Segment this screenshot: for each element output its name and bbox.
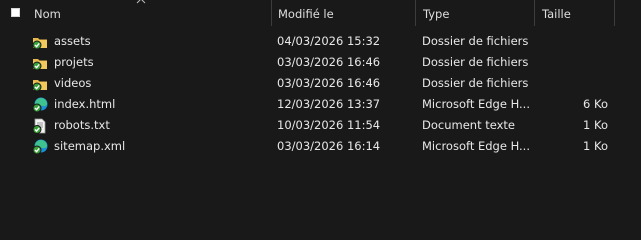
column-header-type[interactable]: Type [423,0,449,28]
file-name: assets [54,34,91,48]
file-type: Dossier de fichiers [422,55,529,69]
column-header-size[interactable]: Taille [542,0,571,28]
file-name: projets [54,55,94,69]
column-header-modified[interactable]: Modifié le [278,0,334,28]
folder-synced-icon [32,38,47,50]
file-modified: 12/03/2026 13:37 [277,97,381,111]
file-name: videos [54,76,92,90]
file-modified: 10/03/2026 11:54 [277,118,381,132]
file-type: Dossier de fichiers [422,34,529,48]
file-modified: 03/03/2026 16:46 [277,76,381,90]
edge-html-synced-icon [32,139,48,155]
column-header-row: Nom Modifié le Type Taille [0,0,641,28]
file-row[interactable]: index.html 12/03/2026 13:37 Microsoft Ed… [0,94,641,115]
column-header-name[interactable]: Nom [34,0,61,28]
file-modified: 03/03/2026 16:14 [277,139,381,153]
file-modified: 03/03/2026 16:46 [277,55,381,69]
column-divider[interactable] [415,0,416,26]
file-list: assets 04/03/2026 15:32 Dossier de fichi… [0,31,641,157]
file-row[interactable]: projets 03/03/2026 16:46 Dossier de fich… [0,52,641,73]
file-row[interactable]: sitemap.xml 03/03/2026 16:14 Microsoft E… [0,136,641,157]
folder-synced-icon [32,80,47,92]
edge-html-synced-icon [32,97,48,113]
text-document-synced-icon [32,118,46,134]
file-modified: 04/03/2026 15:32 [277,34,381,48]
file-type: Document texte [422,118,516,132]
column-divider[interactable] [271,0,272,26]
file-type: Microsoft Edge H... [422,139,530,153]
file-size: 6 Ko [583,97,608,111]
folder-synced-icon [32,59,47,71]
select-all-checkbox[interactable] [11,8,20,17]
file-type: Microsoft Edge H... [422,97,530,111]
column-divider[interactable] [614,0,615,26]
file-name: robots.txt [54,118,110,132]
column-divider[interactable] [534,0,535,26]
file-explorer-details-view: Nom Modifié le Type Taille assets 04/03/… [0,0,641,211]
file-type: Dossier de fichiers [422,76,529,90]
file-row[interactable]: assets 04/03/2026 15:32 Dossier de fichi… [0,31,641,52]
file-size: 1 Ko [583,118,608,132]
file-name: sitemap.xml [54,139,126,153]
file-row[interactable]: robots.txt 10/03/2026 11:54 Document tex… [0,115,641,136]
sort-ascending-icon[interactable] [136,0,146,5]
file-row[interactable]: videos 03/03/2026 16:46 Dossier de fichi… [0,73,641,94]
file-name: index.html [54,97,116,111]
file-size: 1 Ko [583,139,608,153]
